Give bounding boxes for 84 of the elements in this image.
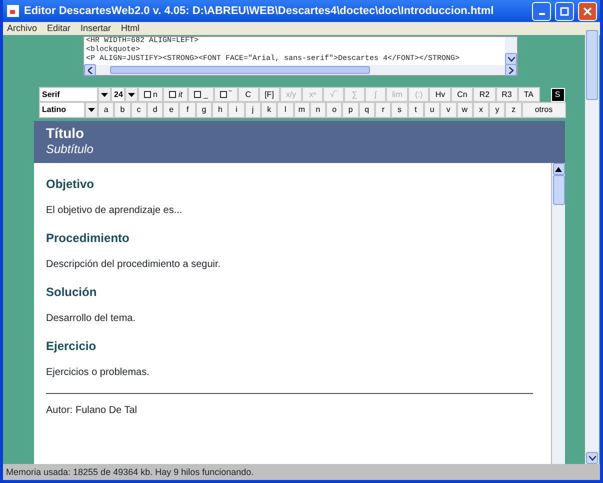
- toolbar-button[interactable]: R2: [473, 87, 496, 102]
- toolbar-button[interactable]: C: [238, 87, 259, 102]
- format-checkbox[interactable]: it: [163, 87, 188, 102]
- letter-button[interactable]: a: [98, 102, 114, 118]
- letter-button[interactable]: e: [163, 102, 180, 118]
- scroll-right-button[interactable]: [505, 64, 517, 76]
- close-button[interactable]: [578, 2, 597, 20]
- format-checkbox[interactable]: n: [138, 87, 164, 102]
- toolbar-button[interactable]: Cn: [451, 87, 474, 102]
- letter-button[interactable]: r: [375, 102, 392, 118]
- maximize-icon: [560, 6, 569, 16]
- letter-button[interactable]: y: [489, 102, 506, 118]
- paragraph: Desarrollo del tema.: [46, 312, 136, 325]
- minimize-button[interactable]: [532, 2, 551, 20]
- window-title: Editor DescartesWeb2.0 v. 4.05: D:\ABREU\WEB\Descartes4\doctec\doc\Introduccion.html: [24, 4, 495, 19]
- letter-button[interactable]: m: [294, 102, 310, 118]
- letter-button[interactable]: c: [130, 102, 147, 118]
- letter-button[interactable]: b: [114, 102, 131, 118]
- letter-button[interactable]: f: [179, 102, 196, 118]
- toolbar-button[interactable]: Hv: [429, 87, 452, 102]
- close-icon: [583, 6, 592, 16]
- triangle-down-icon: [101, 92, 108, 96]
- more-button[interactable]: otros: [522, 102, 566, 118]
- chevron-right-icon: [508, 66, 514, 74]
- dropdown-button[interactable]: [85, 102, 98, 118]
- letter-button[interactable]: v: [440, 102, 457, 118]
- letter-button[interactable]: t: [408, 102, 424, 118]
- letter-button[interactable]: k: [260, 102, 278, 118]
- scroll-down-button[interactable]: [505, 53, 517, 65]
- menu-item[interactable]: Editar: [47, 22, 71, 35]
- status-bar: Memoria usada: 18255 de 49364 kb. Hay 9 hilos funcionando.: [3, 464, 600, 480]
- maximize-button[interactable]: [555, 2, 574, 20]
- s-button[interactable]: S: [550, 88, 564, 102]
- scroll-left-button[interactable]: [84, 64, 96, 76]
- letter-button[interactable]: z: [505, 102, 522, 118]
- menu-item[interactable]: Html: [121, 22, 140, 35]
- triangle-down-icon: [128, 92, 135, 96]
- triangle-down-icon: [88, 108, 95, 112]
- toolbar-button[interactable]: TA: [518, 87, 540, 102]
- letter-button[interactable]: w: [456, 102, 473, 118]
- scrollbar-thumb[interactable]: [110, 66, 370, 74]
- letter-button[interactable]: q: [358, 102, 376, 118]
- chevron-down-icon: [508, 56, 514, 62]
- chevron-left-icon: [88, 66, 92, 74]
- letter-button[interactable]: n: [310, 102, 326, 118]
- section-heading: Solución: [46, 285, 98, 299]
- document-subtitle: Subtítulo: [46, 142, 94, 157]
- section-heading: Ejercicio: [46, 339, 98, 353]
- menu-item[interactable]: Insertar: [80, 22, 112, 35]
- scroll-down-button[interactable]: [586, 452, 598, 464]
- scrollbar-thumb[interactable]: [586, 30, 598, 100]
- format-checkbox[interactable]: ‾: [214, 87, 238, 102]
- letter-button[interactable]: g: [196, 102, 212, 118]
- font-combo[interactable]: 24: [111, 87, 125, 102]
- letter-button[interactable]: l: [277, 102, 294, 118]
- dropdown-button[interactable]: [125, 87, 138, 102]
- chevron-up-icon: [555, 166, 562, 172]
- toolbar-button[interactable]: R3: [496, 87, 518, 102]
- format-checkbox[interactable]: _: [188, 87, 214, 102]
- letter-button[interactable]: j: [244, 102, 261, 118]
- letter-button[interactable]: x: [472, 102, 490, 118]
- section-heading: Procedimiento: [46, 231, 130, 245]
- font-combo[interactable]: Serif: [39, 87, 98, 102]
- document-title: Título: [46, 125, 86, 142]
- letter-button[interactable]: d: [146, 102, 164, 118]
- letter-button[interactable]: p: [342, 102, 359, 118]
- letter-button[interactable]: u: [424, 102, 440, 118]
- chevron-down-icon: [588, 456, 596, 460]
- author-text: Autor: Fulano De Tal: [46, 404, 138, 417]
- minimize-icon: [538, 13, 544, 15]
- letter-button[interactable]: i: [228, 102, 245, 118]
- dropdown-button[interactable]: [98, 87, 111, 102]
- toolbar-button[interactable]: [F]: [258, 87, 280, 102]
- alphabet-combo[interactable]: Latino: [39, 102, 85, 118]
- letter-button[interactable]: o: [326, 102, 342, 118]
- letter-button[interactable]: h: [212, 102, 228, 118]
- paragraph: Descripción del procedimiento a seguir.: [46, 258, 222, 271]
- menu-item[interactable]: Archivo: [7, 22, 38, 35]
- scroll-up-button[interactable]: [552, 163, 564, 175]
- letter-button[interactable]: s: [391, 102, 408, 118]
- paragraph: El objetivo de aprendizaje es...: [46, 204, 184, 217]
- section-heading: Objetivo: [46, 177, 96, 191]
- scrollbar-thumb[interactable]: [552, 175, 564, 205]
- paragraph: Ejercicios o problemas.: [46, 366, 150, 379]
